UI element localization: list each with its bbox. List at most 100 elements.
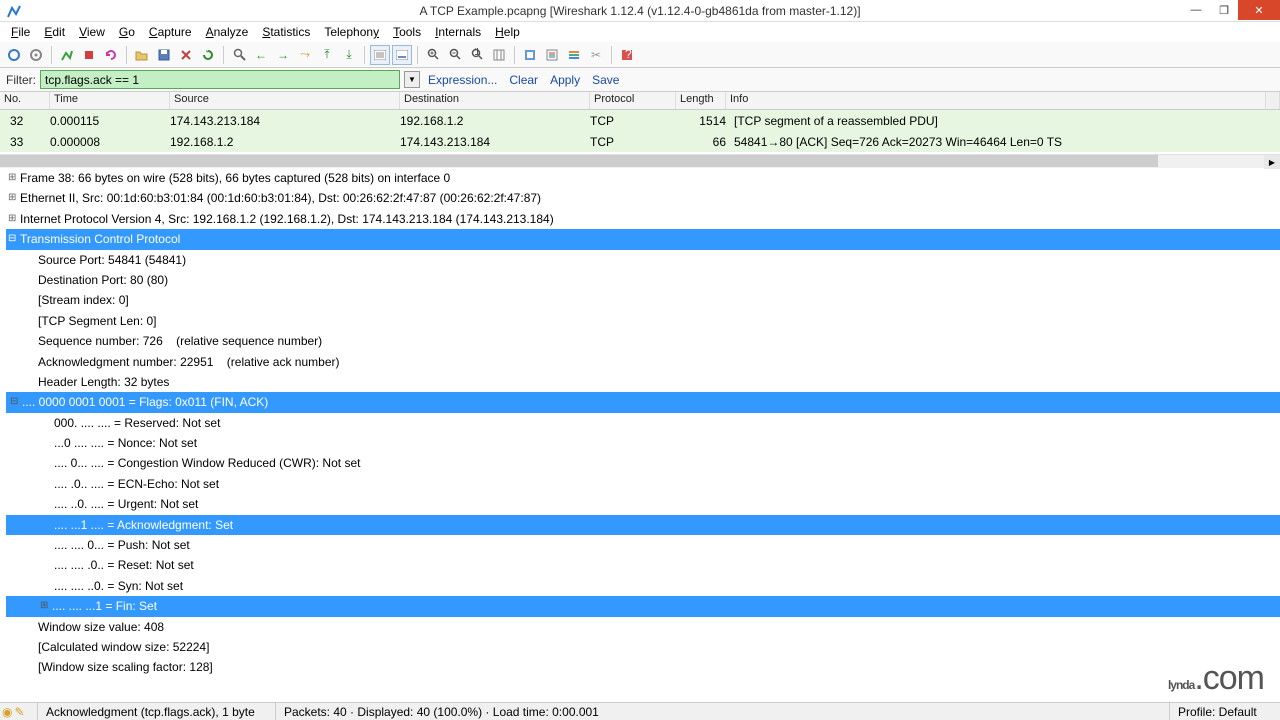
menu-tools[interactable]: Tools xyxy=(386,24,428,40)
close-file-icon[interactable] xyxy=(176,45,196,65)
stop-capture-icon[interactable] xyxy=(79,45,99,65)
details-pane[interactable]: ⊞Frame 38: 66 bytes on wire (528 bits), … xyxy=(0,168,1280,678)
menu-statistics[interactable]: Statistics xyxy=(255,24,317,40)
collapse-icon[interactable]: ⊟ xyxy=(10,392,20,412)
go-back-icon[interactable]: ← xyxy=(251,45,271,65)
clear-link[interactable]: Clear xyxy=(505,73,542,87)
status-bar: ◉ ✎ Acknowledgment (tcp.flags.ack), 1 by… xyxy=(0,702,1280,720)
col-source[interactable]: Source xyxy=(170,92,400,109)
help-icon[interactable]: ? xyxy=(617,45,637,65)
scroll-right-icon[interactable]: ▶ xyxy=(1264,155,1280,169)
detail-dest-port[interactable]: Destination Port: 80 (80) xyxy=(6,270,1280,290)
col-protocol[interactable]: Protocol xyxy=(590,92,676,109)
save-link[interactable]: Save xyxy=(588,73,623,87)
zoom-in-icon[interactable] xyxy=(423,45,443,65)
save-icon[interactable] xyxy=(154,45,174,65)
note-icon[interactable]: ✎ xyxy=(14,705,24,719)
svg-text:?: ? xyxy=(625,49,632,61)
packet-list-header[interactable]: No. Time Source Destination Protocol Len… xyxy=(0,92,1280,110)
menu-file[interactable]: File xyxy=(4,24,37,40)
menu-view[interactable]: View xyxy=(72,24,112,40)
scroll-up-icon[interactable] xyxy=(1266,92,1280,109)
close-button[interactable]: ✕ xyxy=(1238,0,1280,20)
options-icon[interactable] xyxy=(26,45,46,65)
detail-flag-nonce[interactable]: ...0 .... .... = Nonce: Not set xyxy=(6,433,1280,453)
detail-stream-index[interactable]: [Stream index: 0] xyxy=(6,290,1280,310)
detail-seq-number[interactable]: Sequence number: 726 (relative sequence … xyxy=(6,331,1280,351)
apply-link[interactable]: Apply xyxy=(546,73,584,87)
menu-telephony[interactable]: Telephony xyxy=(317,24,386,40)
menu-go[interactable]: Go xyxy=(112,24,142,40)
minimize-button[interactable]: — xyxy=(1182,0,1210,20)
capture-filters-icon[interactable] xyxy=(520,45,540,65)
packet-list[interactable]: 32 0.000115 174.143.213.184 192.168.1.2 … xyxy=(0,110,1280,154)
zoom-out-icon[interactable] xyxy=(445,45,465,65)
filter-dropdown-icon[interactable]: ▼ xyxy=(404,71,420,88)
expression-link[interactable]: Expression... xyxy=(424,73,501,87)
coloring-rules-icon[interactable] xyxy=(564,45,584,65)
packet-list-hscroll[interactable]: ▶ xyxy=(0,154,1280,168)
main-toolbar: ← → ⤳ ⤒ ⤓ 1 ✂ ? xyxy=(0,42,1280,68)
expand-icon[interactable]: ⊞ xyxy=(40,596,50,616)
detail-flags[interactable]: ⊟.... 0000 0001 0001 = Flags: 0x011 (FIN… xyxy=(6,392,1280,412)
detail-flag-syn[interactable]: .... .... ..0. = Syn: Not set xyxy=(6,576,1280,596)
detail-ethernet[interactable]: ⊞Ethernet II, Src: 00:1d:60:b3:01:84 (00… xyxy=(6,188,1280,208)
col-destination[interactable]: Destination xyxy=(400,92,590,109)
go-first-icon[interactable]: ⤒ xyxy=(317,45,337,65)
auto-scroll-icon[interactable] xyxy=(392,45,412,65)
detail-tcp[interactable]: ⊟Transmission Control Protocol xyxy=(6,229,1280,249)
detail-header-len[interactable]: Header Length: 32 bytes xyxy=(6,372,1280,392)
detail-ack-number[interactable]: Acknowledgment number: 22951 (relative a… xyxy=(6,352,1280,372)
expand-icon[interactable]: ⊞ xyxy=(8,209,18,229)
find-icon[interactable] xyxy=(229,45,249,65)
detail-flag-ack[interactable]: .... ...1 .... = Acknowledgment: Set xyxy=(6,515,1280,535)
detail-scaling-factor[interactable]: [Window size scaling factor: 128] xyxy=(6,657,1280,677)
detail-flag-fin[interactable]: ⊞.... .... ...1 = Fin: Set xyxy=(6,596,1280,616)
detail-flag-ecn[interactable]: .... .0.. .... = ECN-Echo: Not set xyxy=(6,474,1280,494)
interfaces-icon[interactable] xyxy=(4,45,24,65)
detail-flag-urgent[interactable]: .... ..0. .... = Urgent: Not set xyxy=(6,494,1280,514)
col-length[interactable]: Length xyxy=(676,92,726,109)
go-forward-icon[interactable]: → xyxy=(273,45,293,65)
menu-help[interactable]: Help xyxy=(488,24,527,40)
scrollbar-thumb[interactable] xyxy=(0,155,1158,167)
detail-segment-len[interactable]: [TCP Segment Len: 0] xyxy=(6,311,1280,331)
packet-row[interactable]: 32 0.000115 174.143.213.184 192.168.1.2 … xyxy=(0,110,1280,131)
filter-input[interactable] xyxy=(45,73,395,87)
colorize-icon[interactable] xyxy=(370,45,390,65)
detail-calc-window[interactable]: [Calculated window size: 52224] xyxy=(6,637,1280,657)
detail-flag-reset[interactable]: .... .... .0.. = Reset: Not set xyxy=(6,555,1280,575)
col-info[interactable]: Info xyxy=(726,92,1266,109)
collapse-icon[interactable]: ⊟ xyxy=(8,229,18,249)
prefs-icon[interactable]: ✂ xyxy=(586,45,606,65)
go-to-icon[interactable]: ⤳ xyxy=(295,45,315,65)
maximize-button[interactable]: ❐ xyxy=(1210,0,1238,20)
col-time[interactable]: Time xyxy=(50,92,170,109)
detail-frame[interactable]: ⊞Frame 38: 66 bytes on wire (528 bits), … xyxy=(6,168,1280,188)
start-capture-icon[interactable] xyxy=(57,45,77,65)
menu-analyze[interactable]: Analyze xyxy=(199,24,256,40)
open-icon[interactable] xyxy=(132,45,152,65)
expand-icon[interactable]: ⊞ xyxy=(8,168,18,188)
reload-icon[interactable] xyxy=(198,45,218,65)
col-no[interactable]: No. xyxy=(0,92,50,109)
resize-cols-icon[interactable] xyxy=(489,45,509,65)
detail-flag-push[interactable]: .... .... 0... = Push: Not set xyxy=(6,535,1280,555)
detail-window-size[interactable]: Window size value: 408 xyxy=(6,617,1280,637)
filter-input-box[interactable] xyxy=(40,70,400,89)
detail-source-port[interactable]: Source Port: 54841 (54841) xyxy=(6,250,1280,270)
status-profile[interactable]: Profile: Default xyxy=(1170,703,1280,720)
go-last-icon[interactable]: ⤓ xyxy=(339,45,359,65)
expand-icon[interactable]: ⊞ xyxy=(8,188,18,208)
detail-flag-cwr[interactable]: .... 0... .... = Congestion Window Reduc… xyxy=(6,453,1280,473)
menu-internals[interactable]: Internals xyxy=(428,24,488,40)
menu-edit[interactable]: Edit xyxy=(37,24,72,40)
display-filters-icon[interactable] xyxy=(542,45,562,65)
restart-capture-icon[interactable] xyxy=(101,45,121,65)
detail-flag-reserved[interactable]: 000. .... .... = Reserved: Not set xyxy=(6,413,1280,433)
detail-ip[interactable]: ⊞Internet Protocol Version 4, Src: 192.1… xyxy=(6,209,1280,229)
bulb-icon[interactable]: ◉ xyxy=(2,705,12,719)
zoom-reset-icon[interactable]: 1 xyxy=(467,45,487,65)
packet-row[interactable]: 33 0.000008 192.168.1.2 174.143.213.184 … xyxy=(0,131,1280,152)
menu-capture[interactable]: Capture xyxy=(142,24,199,40)
